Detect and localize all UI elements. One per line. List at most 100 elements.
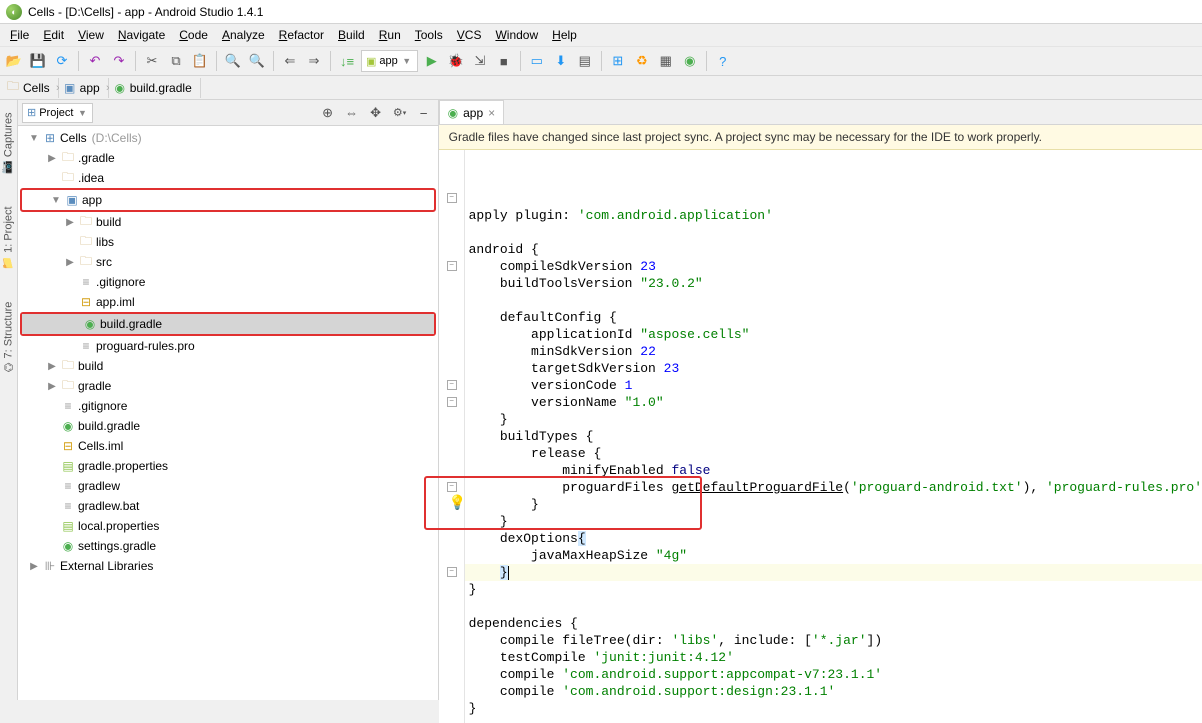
- code-editor[interactable]: apply plugin: 'com.android.application' …: [439, 150, 1202, 723]
- avdm-icon[interactable]: ▭: [527, 51, 547, 71]
- menu-build[interactable]: Build: [332, 26, 371, 44]
- code-line[interactable]: [469, 598, 1202, 615]
- tree-node[interactable]: ▼⊞Cells(D:\Cells): [18, 128, 438, 148]
- code-line[interactable]: [469, 292, 1202, 309]
- code-line[interactable]: defaultConfig {: [469, 309, 1202, 326]
- project-view-combo[interactable]: ⊞ Project ▼: [22, 103, 93, 123]
- fold-icon[interactable]: −: [447, 567, 457, 577]
- run-icon[interactable]: ▶: [422, 51, 442, 71]
- code-line[interactable]: applicationId "aspose.cells": [469, 326, 1202, 343]
- tree-node[interactable]: 🗀libs: [18, 232, 438, 252]
- menu-file[interactable]: File: [4, 26, 35, 44]
- replace-icon[interactable]: 🔍: [247, 51, 267, 71]
- fold-icon[interactable]: −: [447, 261, 457, 271]
- code-line[interactable]: dependencies {: [469, 615, 1202, 632]
- code-line[interactable]: javaMaxHeapSize "4g": [469, 547, 1202, 564]
- code-line[interactable]: compile 'com.android.support:design:23.1…: [469, 683, 1202, 700]
- tree-node[interactable]: ▤local.properties: [18, 516, 438, 536]
- fold-icon[interactable]: −: [447, 193, 457, 203]
- hide-icon[interactable]: ⎯: [414, 103, 434, 123]
- menu-edit[interactable]: Edit: [37, 26, 70, 44]
- tree-node[interactable]: ▶⊪External Libraries: [18, 556, 438, 576]
- code-line[interactable]: buildToolsVersion "23.0.2": [469, 275, 1202, 292]
- sdkm-icon[interactable]: ⬇: [551, 51, 571, 71]
- tree-node[interactable]: ◉build.gradle: [18, 416, 438, 436]
- code-line[interactable]: android {: [469, 241, 1202, 258]
- tree-node[interactable]: ▶🗀gradle: [18, 376, 438, 396]
- tree-node[interactable]: ≡.gitignore: [18, 272, 438, 292]
- code-line[interactable]: }: [469, 700, 1202, 717]
- make-icon[interactable]: ↓≡: [337, 51, 357, 71]
- menu-vcs[interactable]: VCS: [451, 26, 488, 44]
- sync-icon[interactable]: ⟳: [52, 51, 72, 71]
- back-icon[interactable]: ⇐: [280, 51, 300, 71]
- collapse-icon[interactable]: ⊕: [318, 103, 338, 123]
- crumb-app[interactable]: ▣app: [59, 78, 109, 98]
- menu-view[interactable]: View: [72, 26, 110, 44]
- code-line[interactable]: }: [469, 581, 1202, 598]
- copy-icon[interactable]: ⧉: [166, 51, 186, 71]
- menu-analyze[interactable]: Analyze: [216, 26, 271, 44]
- paste-icon[interactable]: 📋: [190, 51, 210, 71]
- code-line[interactable]: [469, 224, 1202, 241]
- code-line[interactable]: dexOptions{: [469, 530, 1202, 547]
- android-icon2[interactable]: ◉: [680, 51, 700, 71]
- debug-icon[interactable]: 🐞: [446, 51, 466, 71]
- sync-gradle-icon[interactable]: ♻: [632, 51, 652, 71]
- tree-node[interactable]: ▶🗀build: [18, 212, 438, 232]
- tree-node[interactable]: ▶🗀src: [18, 252, 438, 272]
- open-icon[interactable]: 📂: [4, 51, 24, 71]
- tree-node[interactable]: ◉build.gradle: [22, 314, 434, 334]
- tree-node[interactable]: ≡gradlew.bat: [18, 496, 438, 516]
- fold-icon[interactable]: −: [447, 397, 457, 407]
- menu-navigate[interactable]: Navigate: [112, 26, 171, 44]
- tree-node[interactable]: ≡.gitignore: [18, 396, 438, 416]
- code-line[interactable]: versionName "1.0": [469, 394, 1202, 411]
- code-line[interactable]: release {: [469, 445, 1202, 462]
- tree-node[interactable]: ⊟app.iml: [18, 292, 438, 312]
- redo-icon[interactable]: ↷: [109, 51, 129, 71]
- sync-banner[interactable]: Gradle files have changed since last pro…: [439, 125, 1202, 150]
- code-line[interactable]: minSdkVersion 22: [469, 343, 1202, 360]
- code-line[interactable]: compileSdkVersion 23: [469, 258, 1202, 275]
- target-icon[interactable]: ✥: [366, 103, 386, 123]
- tree-node[interactable]: ≡proguard-rules.pro: [18, 336, 438, 356]
- tree-node[interactable]: ▶🗀.gradle: [18, 148, 438, 168]
- code-line[interactable]: apply plugin: 'com.android.application': [469, 207, 1202, 224]
- code-line[interactable]: }: [469, 411, 1202, 428]
- code-line[interactable]: }: [439, 564, 1202, 581]
- expand-icon[interactable]: ⇔: [342, 103, 362, 123]
- code-line[interactable]: testCompile 'junit:junit:4.12': [469, 649, 1202, 666]
- tree-node[interactable]: ◉settings.gradle: [18, 536, 438, 556]
- monitor-icon[interactable]: ▤: [575, 51, 595, 71]
- help-icon[interactable]: ?: [713, 51, 733, 71]
- crumb-cells[interactable]: 🗀Cells: [2, 78, 59, 98]
- crumb-build.gradle[interactable]: ◉build.gradle: [109, 78, 201, 98]
- code-line[interactable]: buildTypes {: [469, 428, 1202, 445]
- run-config-combo[interactable]: ▣ app ▼: [361, 50, 418, 72]
- code-line[interactable]: versionCode 1: [469, 377, 1202, 394]
- sidetab-project[interactable]: 📁1: Project: [0, 200, 17, 276]
- tree-node[interactable]: ▶🗀build: [18, 356, 438, 376]
- code-line[interactable]: targetSdkVersion 23: [469, 360, 1202, 377]
- close-icon[interactable]: ×: [488, 106, 495, 120]
- tree-node[interactable]: 🗀.idea: [18, 168, 438, 188]
- editor-tab-app[interactable]: ◉ app ×: [439, 100, 505, 124]
- tree-node[interactable]: ▤gradle.properties: [18, 456, 438, 476]
- proj-structure-icon[interactable]: ⊞: [608, 51, 628, 71]
- sidetab-structure[interactable]: ⌬7: Structure: [0, 296, 17, 378]
- project-tree[interactable]: ▼⊞Cells(D:\Cells)▶🗀.gradle🗀.idea▼▣app▶🗀b…: [18, 126, 438, 700]
- menu-refactor[interactable]: Refactor: [273, 26, 330, 44]
- menu-window[interactable]: Window: [489, 26, 544, 44]
- tool-icon[interactable]: ▦: [656, 51, 676, 71]
- stop-icon[interactable]: ■: [494, 51, 514, 71]
- cut-icon[interactable]: ✂: [142, 51, 162, 71]
- menu-code[interactable]: Code: [173, 26, 214, 44]
- tree-node[interactable]: ▼▣app: [22, 190, 434, 210]
- find-icon[interactable]: 🔍: [223, 51, 243, 71]
- menu-tools[interactable]: Tools: [409, 26, 449, 44]
- tree-node[interactable]: ≡gradlew: [18, 476, 438, 496]
- undo-icon[interactable]: ↶: [85, 51, 105, 71]
- tree-node[interactable]: ⊟Cells.iml: [18, 436, 438, 456]
- save-icon[interactable]: 💾: [28, 51, 48, 71]
